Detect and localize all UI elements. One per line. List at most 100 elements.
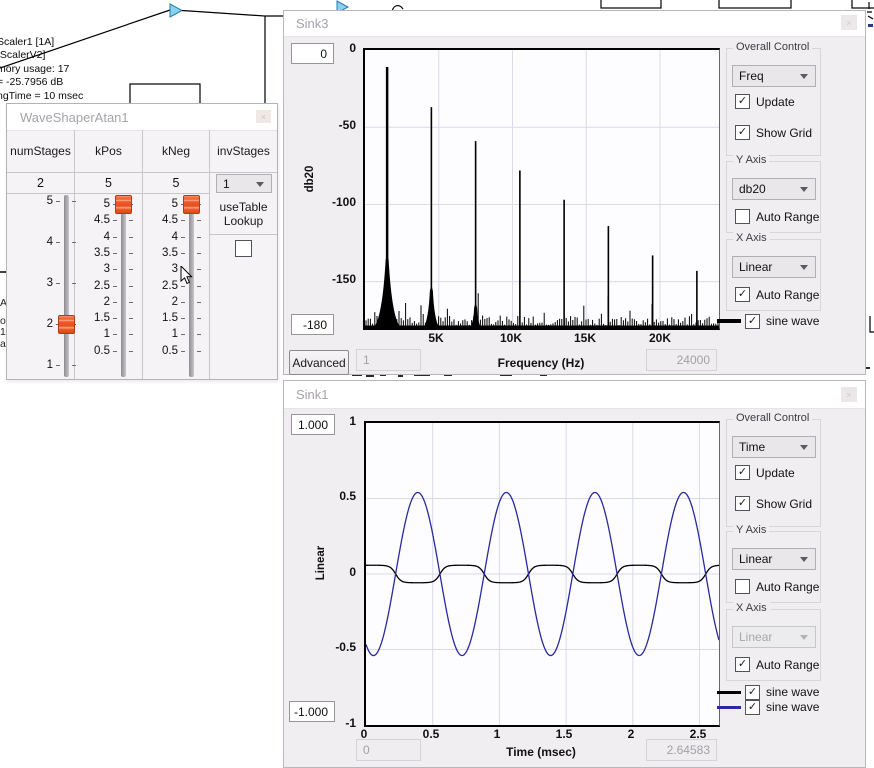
group-caption: Overall Control <box>733 41 812 53</box>
kpos-value: 5 <box>75 172 142 194</box>
sink3-x-max-field[interactable]: 24000 <box>646 349 717 371</box>
waveform-chart <box>366 423 719 725</box>
auto-range-checkbox[interactable]: ✓ <box>735 657 750 672</box>
x-auto-range-row[interactable]: ✓ Auto Range <box>735 657 819 672</box>
show-grid-checkbox[interactable]: ✓ <box>735 496 750 511</box>
overall-control-group: Overall Control Freq ✓ Update ✓ Show Gri… <box>726 48 821 156</box>
legend-checkbox[interactable]: ✓ <box>745 314 760 329</box>
sink3-y-min-field[interactable]: -180 <box>291 314 334 335</box>
legend-line-swatch <box>717 691 741 694</box>
invstages-dropdown[interactable]: 1 <box>216 174 272 193</box>
y-tick-label: -100 <box>312 195 356 209</box>
slider-tick-label: 3.5 <box>143 247 178 259</box>
slider-handle[interactable] <box>58 315 75 334</box>
legend-checkbox[interactable]: ✓ <box>745 700 760 715</box>
slider-tick-mark <box>113 269 117 270</box>
overall-control-dropdown[interactable]: Time <box>732 436 816 458</box>
dropdown-value: Freq <box>739 69 764 83</box>
sink1-title-bar[interactable]: Sink1 × <box>284 381 865 409</box>
sink3-x-min-field[interactable]: 1 <box>356 349 421 371</box>
slider-handle[interactable] <box>115 195 132 214</box>
update-checkbox[interactable]: ✓ <box>735 94 750 109</box>
chevron-down-icon <box>800 187 808 192</box>
auto-range-checkbox[interactable] <box>735 209 750 224</box>
y-auto-range-row[interactable]: Auto Range <box>735 579 819 594</box>
chevron-down-icon <box>800 265 808 270</box>
y-tick-label: -0.5 <box>312 640 356 654</box>
group-caption: Y Axis <box>733 524 769 536</box>
slider-tick-label: 4.5 <box>75 214 110 226</box>
slider-tick-mark <box>129 334 133 335</box>
clipped-text-fragment <box>366 375 374 377</box>
column-numstages: numStages 2 54321 <box>7 130 75 379</box>
slider-tick-label: 4 <box>7 236 53 248</box>
legend-row: ✓ sine wave <box>717 684 819 700</box>
y-auto-range-row[interactable]: Auto Range <box>735 209 819 224</box>
numstages-slider[interactable]: 54321 <box>7 193 74 379</box>
slider-tick-mark <box>113 220 117 221</box>
show-grid-checkbox-row[interactable]: ✓ Show Grid <box>735 125 812 140</box>
auto-range-checkbox[interactable]: ✓ <box>735 287 750 302</box>
slider-tick-label: 2 <box>75 296 110 308</box>
close-icon[interactable]: × <box>841 387 857 402</box>
slider-tick-mark <box>129 318 133 319</box>
slider-tick-mark <box>113 286 117 287</box>
slider-tick-mark <box>113 237 117 238</box>
kpos-slider[interactable]: 54.543.532.521.510.5 <box>75 193 142 379</box>
waveshaper-title-bar[interactable]: WaveShaperAtan1 × <box>7 104 277 131</box>
advanced-button[interactable]: Advanced <box>289 350 349 375</box>
x-tick-label: 2 <box>611 727 651 741</box>
sink1-x-min-field[interactable]: 0 <box>356 739 421 761</box>
update-checkbox-row[interactable]: ✓ Update <box>735 94 795 109</box>
kneg-slider[interactable]: 54.543.532.521.510.5 <box>143 193 209 379</box>
y-tick-label: 1 <box>312 414 356 428</box>
module-info-line: mory usage: 17 <box>0 63 95 76</box>
x-tick-label: 15K <box>565 331 605 345</box>
checkbox-label: Show Grid <box>756 126 812 140</box>
legend-checkbox[interactable]: ✓ <box>745 685 760 700</box>
update-checkbox-row[interactable]: ✓ Update <box>735 465 795 480</box>
slider-tick-mark <box>197 237 201 238</box>
close-icon[interactable]: × <box>841 15 857 30</box>
y-axis-dropdown[interactable]: db20 <box>732 178 816 200</box>
slider-tick-mark <box>181 334 185 335</box>
chevron-down-icon <box>256 182 264 187</box>
column-kpos: kPos 5 54.543.532.521.510.5 <box>75 130 143 379</box>
slider-tick-mark <box>113 334 117 335</box>
window-sink3: Sink3 × 0 -180 0 -50 -100 -150 db20 5K 1… <box>283 10 866 375</box>
panel-title: WaveShaperAtan1 <box>20 104 129 130</box>
slider-handle[interactable] <box>183 195 200 214</box>
checkbox-label: Auto Range <box>756 580 819 594</box>
slider-tick-mark <box>181 253 185 254</box>
slider-tick-label: 1.5 <box>75 312 110 324</box>
usetable-checkbox[interactable] <box>235 240 252 257</box>
sink1-x-max-field[interactable]: 2.64583 <box>646 739 717 761</box>
dropdown-value: Linear <box>739 552 772 566</box>
sink3-title-bar[interactable]: Sink3 × <box>284 11 865 37</box>
show-grid-checkbox-row[interactable]: ✓ Show Grid <box>735 496 812 511</box>
slider-tick-label: 4 <box>143 231 178 243</box>
slider-tick-mark <box>181 220 185 221</box>
checkbox-label: Auto Range <box>756 288 819 302</box>
slider-tick-label: 1 <box>143 328 178 340</box>
x-axis-dropdown[interactable]: Linear <box>732 256 816 278</box>
show-grid-checkbox[interactable]: ✓ <box>735 125 750 140</box>
column-header: kNeg <box>143 130 209 173</box>
x-tick-label: 5K <box>416 331 456 345</box>
slider-tick-mark <box>129 351 133 352</box>
close-icon[interactable]: × <box>256 110 271 123</box>
y-axis-dropdown[interactable]: Linear <box>732 548 816 570</box>
update-checkbox[interactable]: ✓ <box>735 465 750 480</box>
x-auto-range-row[interactable]: ✓ Auto Range <box>735 287 819 302</box>
slider-tick-mark <box>181 318 185 319</box>
checkbox-label: Update <box>756 95 795 109</box>
slider-tick-mark <box>113 318 117 319</box>
overall-control-dropdown[interactable]: Freq <box>732 65 816 87</box>
slider-tick-mark <box>197 318 201 319</box>
legend-label: sine wave <box>766 314 819 328</box>
auto-range-checkbox[interactable] <box>735 579 750 594</box>
slider-tick-mark <box>113 351 117 352</box>
slider-tick-label: 1.5 <box>143 312 178 324</box>
window-title: Sink3 <box>296 11 329 36</box>
slider-tick-mark <box>129 253 133 254</box>
